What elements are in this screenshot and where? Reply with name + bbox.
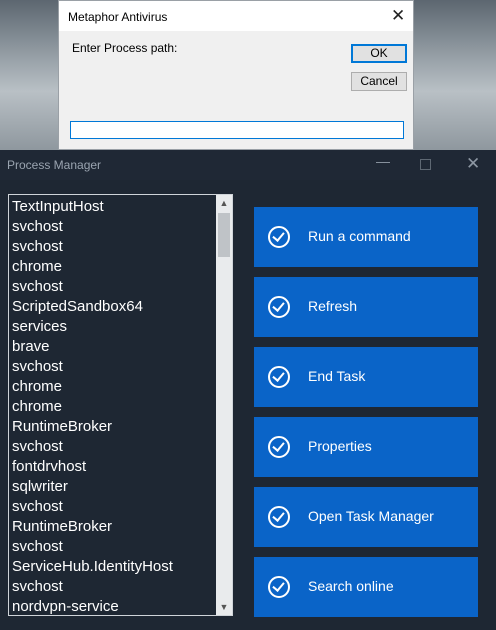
list-item[interactable]: chrome <box>12 257 215 277</box>
title-bar: Process Manager — ✕ <box>0 150 496 180</box>
process-listbox[interactable]: TextInputHost svchost svchost chrome svchost… <box>8 194 233 616</box>
button-label: Open Task Manager <box>308 508 434 524</box>
close-button[interactable]: ✕ <box>466 154 480 174</box>
maximize-button[interactable] <box>420 159 431 170</box>
list-item[interactable]: RuntimeBroker <box>12 417 215 437</box>
vertical-scrollbar[interactable]: ▲ ▼ <box>216 195 232 615</box>
list-item[interactable]: svchost <box>12 217 215 237</box>
button-label: Refresh <box>308 298 358 314</box>
button-label: End Task <box>308 368 366 384</box>
list-item[interactable]: svchost <box>12 357 215 377</box>
run-command-button[interactable]: Run a command <box>254 207 478 267</box>
open-task-manager-button[interactable]: Open Task Manager <box>254 487 478 547</box>
list-item[interactable]: TextInputHost <box>12 197 215 217</box>
process-path-input[interactable] <box>70 121 404 139</box>
properties-button[interactable]: Properties <box>254 417 478 477</box>
process-list-items: TextInputHost svchost svchost chrome svchost… <box>12 197 215 617</box>
search-online-button[interactable]: Search online <box>254 557 478 617</box>
list-item[interactable]: services <box>12 317 215 337</box>
check-circle-icon <box>268 506 290 528</box>
button-label: Properties <box>308 438 372 454</box>
check-circle-icon <box>268 576 290 598</box>
process-manager-window: Process Manager — ✕ TextInputHost svchost… <box>0 150 496 630</box>
ok-button[interactable]: OK <box>351 44 407 63</box>
list-item[interactable]: sqlwriter <box>12 477 215 497</box>
list-item[interactable]: RuntimeBroker <box>12 517 215 537</box>
button-label: Search online <box>308 578 394 594</box>
list-item[interactable]: svchost <box>12 437 215 457</box>
check-circle-icon <box>268 226 290 248</box>
list-item[interactable]: svchost <box>12 237 215 257</box>
refresh-button[interactable]: Refresh <box>254 277 478 337</box>
list-item[interactable]: chrome <box>12 397 215 417</box>
list-item[interactable]: svchost <box>12 577 215 597</box>
list-item[interactable]: brave <box>12 337 215 357</box>
list-item[interactable]: nordvpn-service <box>12 597 215 617</box>
window-title: Process Manager <box>7 158 102 172</box>
list-item[interactable]: chrome <box>12 377 215 397</box>
button-label: Run a command <box>308 228 411 244</box>
minimize-button[interactable]: — <box>376 153 390 169</box>
check-circle-icon <box>268 366 290 388</box>
check-circle-icon <box>268 436 290 458</box>
window-content: TextInputHost svchost svchost chrome svchost… <box>0 180 496 630</box>
scroll-up-icon[interactable]: ▲ <box>216 195 232 211</box>
close-icon[interactable]: ✕ <box>391 6 405 26</box>
check-circle-icon <box>268 296 290 318</box>
list-item[interactable]: svchost <box>12 537 215 557</box>
dialog-title: Metaphor Antivirus <box>68 10 168 24</box>
end-task-button[interactable]: End Task <box>254 347 478 407</box>
prompt-label: Enter Process path: <box>72 41 178 55</box>
list-item[interactable]: ScriptedSandbox64 <box>12 297 215 317</box>
scroll-thumb[interactable] <box>218 213 230 257</box>
dialog-title-bar: Metaphor Antivirus ✕ <box>59 1 413 31</box>
scroll-down-icon[interactable]: ▼ <box>216 599 232 615</box>
list-item[interactable]: ServiceHub.IdentityHost <box>12 557 215 577</box>
list-item[interactable]: svchost <box>12 277 215 297</box>
list-item[interactable]: svchost <box>12 497 215 517</box>
list-item[interactable]: fontdrvhost <box>12 457 215 477</box>
input-dialog: Metaphor Antivirus ✕ Enter Process path:… <box>58 0 414 150</box>
cancel-button[interactable]: Cancel <box>351 72 407 91</box>
